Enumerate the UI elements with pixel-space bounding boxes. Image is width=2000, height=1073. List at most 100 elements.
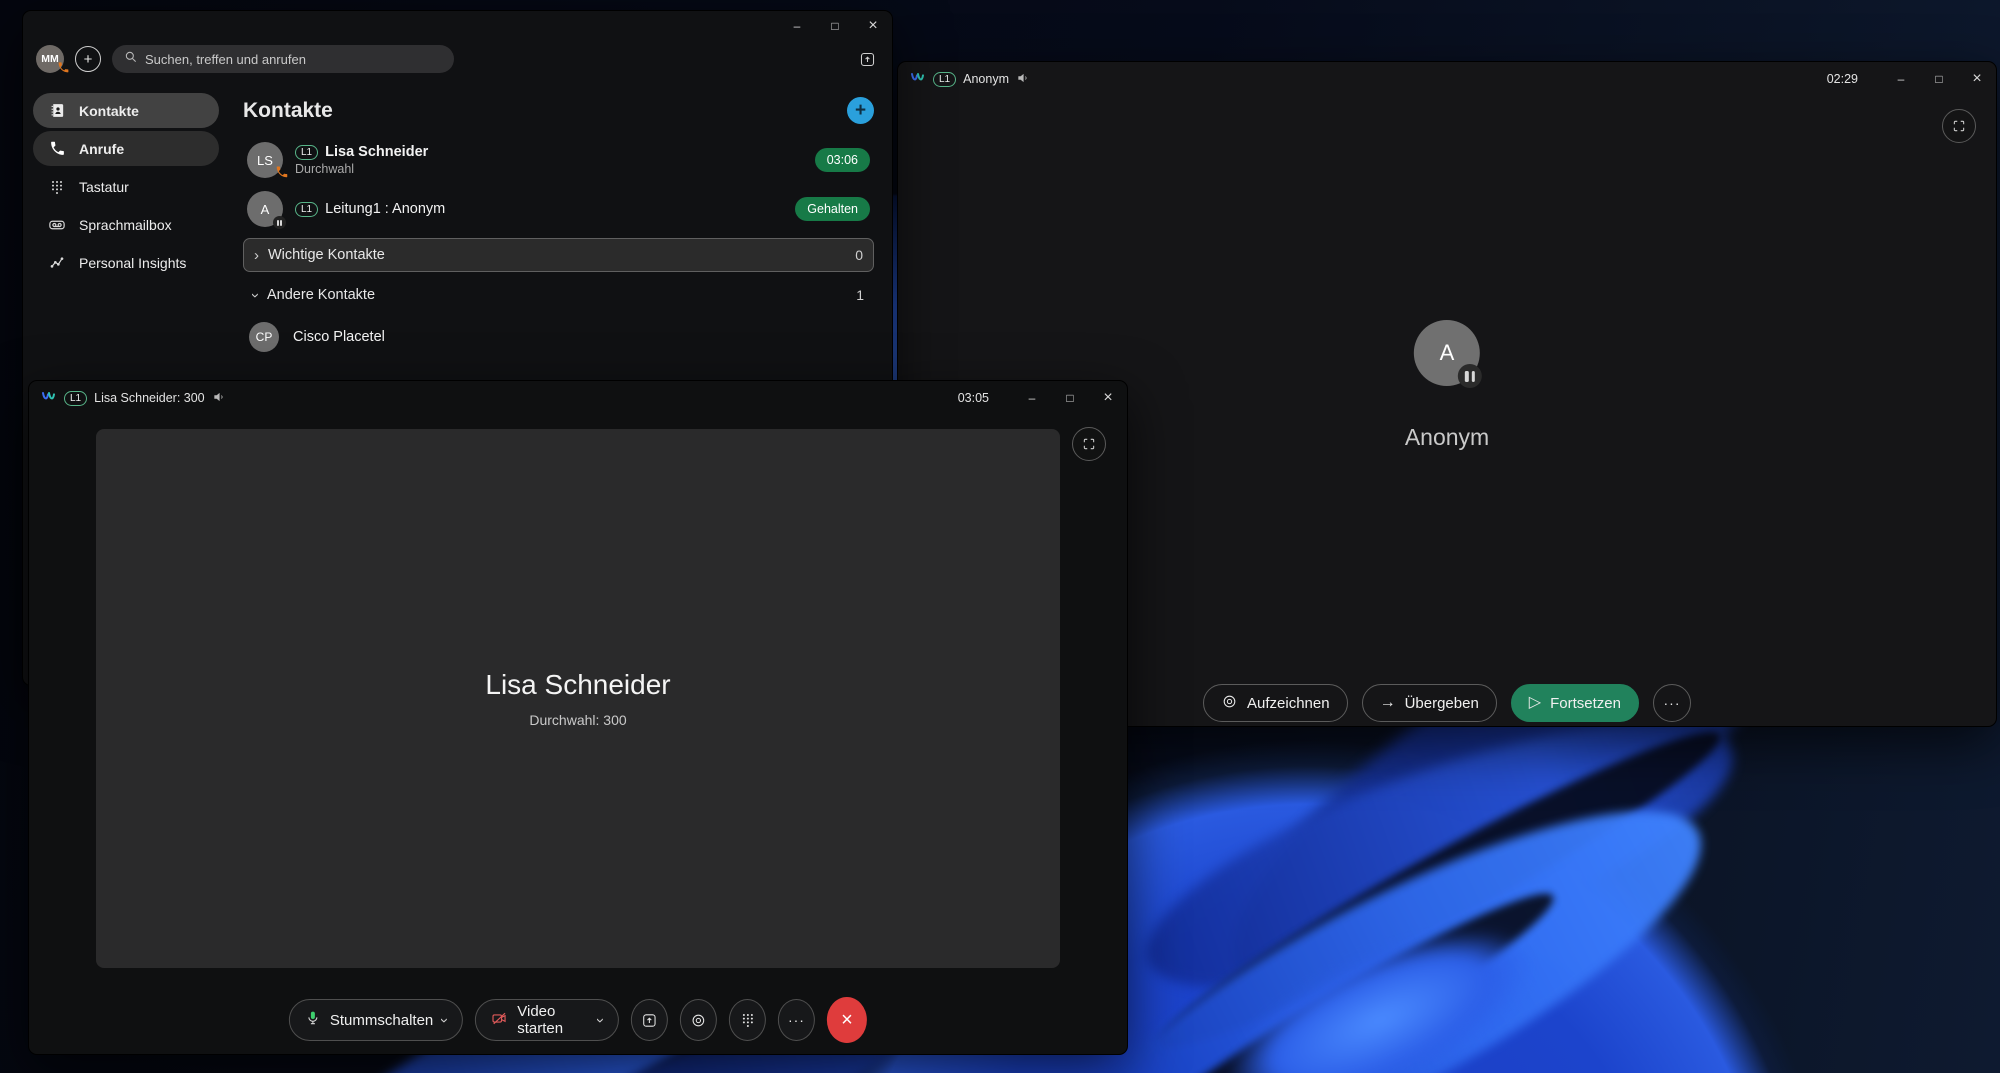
record-button[interactable] xyxy=(680,999,718,1041)
resume-button[interactable]: ▷ Fortsetzen xyxy=(1510,684,1639,722)
avatar: CP xyxy=(249,322,279,352)
more-options-button[interactable]: ··· xyxy=(777,999,815,1041)
active-call-phone-icon xyxy=(57,61,70,77)
avatar-initial: A xyxy=(1439,340,1455,365)
active-call-row[interactable]: LS L1 Lisa Schneider Durchwahl 03:06 xyxy=(243,134,874,186)
avatar-initials: CP xyxy=(255,330,273,344)
dock-call-control-button[interactable] xyxy=(859,51,876,68)
add-contact-button[interactable]: + xyxy=(847,97,874,124)
hold-pause-icon xyxy=(1458,364,1482,388)
group-andere-kontakte[interactable]: › Andere Kontakte 1 xyxy=(243,278,874,312)
group-label: Andere Kontakte xyxy=(267,287,376,303)
sidebar-item-label: Sprachmailbox xyxy=(79,216,172,233)
audio-output-icon[interactable] xyxy=(1016,71,1030,88)
sidebar-item-kontakte[interactable]: Kontakte xyxy=(33,93,219,128)
plus-icon: + xyxy=(83,50,93,68)
video-label: Video starten xyxy=(517,1003,564,1037)
remote-window-titlebar[interactable]: L1 Anonym 02:29 – □ × xyxy=(898,62,1996,96)
contact-row[interactable]: CP Cisco Placetel xyxy=(243,314,874,360)
fullscreen-button[interactable] xyxy=(1942,109,1976,143)
transfer-button[interactable]: → Übergeben xyxy=(1361,684,1497,722)
resume-label: Fortsetzen xyxy=(1550,694,1621,712)
minimize-button[interactable]: – xyxy=(1013,383,1051,413)
more-options-button[interactable]: ··· xyxy=(1652,684,1691,722)
call-held-badge: Gehalten xyxy=(795,197,870,221)
window-title: Anonym xyxy=(963,72,1009,86)
chevron-down-icon: › xyxy=(247,292,264,298)
participant-name: Anonym xyxy=(1404,424,1490,450)
microphone-icon xyxy=(305,1010,321,1030)
record-icon xyxy=(1221,693,1238,714)
group-label: Wichtige Kontakte xyxy=(268,247,385,263)
line-badge: L1 xyxy=(295,201,319,217)
sidebar-item-label: Tastatur xyxy=(79,178,129,195)
new-action-button[interactable]: + xyxy=(75,46,101,72)
expand-icon xyxy=(1953,120,1965,132)
sidebar-item-tastatur[interactable]: Tastatur xyxy=(33,169,219,204)
sidebar-item-label: Anrufe xyxy=(79,140,125,157)
avatar-initials: A xyxy=(260,201,270,217)
group-count: 1 xyxy=(856,287,864,303)
more-icon: ··· xyxy=(787,1012,805,1028)
window-title: Lisa Schneider: 300 xyxy=(94,391,205,405)
group-wichtige-kontakte[interactable]: › Wichtige Kontakte 0 xyxy=(243,238,874,272)
user-avatar[interactable]: MM xyxy=(36,45,69,73)
active-call-window: L1 Lisa Schneider: 300 03:05 – □ × Lisa … xyxy=(28,380,1128,1055)
keypad-icon xyxy=(48,179,66,195)
minimize-button[interactable]: – xyxy=(1882,64,1920,94)
plus-icon: + xyxy=(854,99,867,121)
line-badge: L1 xyxy=(295,144,319,160)
record-icon xyxy=(692,1014,705,1026)
sidebar-item-label: Personal Insights xyxy=(79,254,187,271)
voicemail-icon xyxy=(48,216,66,234)
keypad-button[interactable] xyxy=(729,999,766,1041)
contact-subtitle: Durchwahl xyxy=(295,162,355,176)
close-button[interactable]: × xyxy=(1958,64,1996,94)
close-icon: × xyxy=(841,1008,853,1031)
maximize-button[interactable]: □ xyxy=(1051,383,1089,413)
call-controls: Stummschalten › Video starten › ··· × xyxy=(288,997,868,1043)
audio-output-icon[interactable] xyxy=(212,390,226,407)
sidebar-item-sprachmailbox[interactable]: Sprachmailbox xyxy=(33,207,219,242)
page-title: Kontakte xyxy=(243,98,333,122)
search-bar[interactable] xyxy=(112,45,454,73)
maximize-button[interactable]: □ xyxy=(1920,64,1958,94)
record-label: Aufzeichnen xyxy=(1247,694,1330,712)
contact-name: Lisa Schneider xyxy=(325,144,429,160)
call-window-titlebar[interactable]: L1 Lisa Schneider: 300 03:05 – □ × xyxy=(29,381,1127,415)
minimize-button[interactable]: – xyxy=(778,11,816,41)
start-video-button[interactable]: Video starten › xyxy=(475,999,620,1041)
line-badge: L1 xyxy=(933,71,957,87)
sidebar-item-personal-insights[interactable]: Personal Insights xyxy=(33,245,219,280)
end-call-button[interactable]: × xyxy=(826,997,868,1043)
popout-icon xyxy=(860,52,875,66)
contact-name: Cisco Placetel xyxy=(293,329,385,345)
hold-pause-icon xyxy=(273,216,286,229)
close-button[interactable]: × xyxy=(1089,383,1127,413)
call-timer: 03:05 xyxy=(957,391,989,405)
remote-participant: A Anonym xyxy=(1405,320,1489,451)
search-input[interactable] xyxy=(145,51,442,67)
chevron-down-icon: › xyxy=(436,1017,454,1023)
held-call-actions: Aufzeichnen → Übergeben ▷ Fortsetzen ··· xyxy=(1203,684,1691,722)
transfer-label: Übergeben xyxy=(1404,694,1479,712)
record-button[interactable]: Aufzeichnen xyxy=(1203,684,1348,722)
maximize-button[interactable]: □ xyxy=(816,11,854,41)
avatar: A xyxy=(247,191,286,229)
fullscreen-button[interactable] xyxy=(1072,427,1106,461)
video-off-icon xyxy=(491,1010,508,1031)
held-call-row[interactable]: A L1 Leitung1 : Anonym Gehalten xyxy=(243,186,874,232)
sidebar-item-label: Kontakte xyxy=(79,102,139,119)
close-button[interactable]: × xyxy=(854,11,892,41)
app-header: MM + xyxy=(23,41,892,83)
play-icon: ▷ xyxy=(1528,694,1542,711)
expand-icon xyxy=(1083,438,1095,450)
main-window-titlebar[interactable]: – □ × xyxy=(23,11,892,41)
contact-name: Leitung1 : Anonym xyxy=(325,201,446,217)
share-screen-button[interactable] xyxy=(631,999,669,1041)
participant-name: Lisa Schneider xyxy=(485,669,671,700)
mute-button[interactable]: Stummschalten › xyxy=(288,999,464,1041)
sidebar-item-anrufe[interactable]: Anrufe xyxy=(33,131,219,166)
video-stage: Lisa Schneider Durchwahl: 300 xyxy=(96,429,1060,968)
call-timer: 02:29 xyxy=(1826,72,1858,86)
